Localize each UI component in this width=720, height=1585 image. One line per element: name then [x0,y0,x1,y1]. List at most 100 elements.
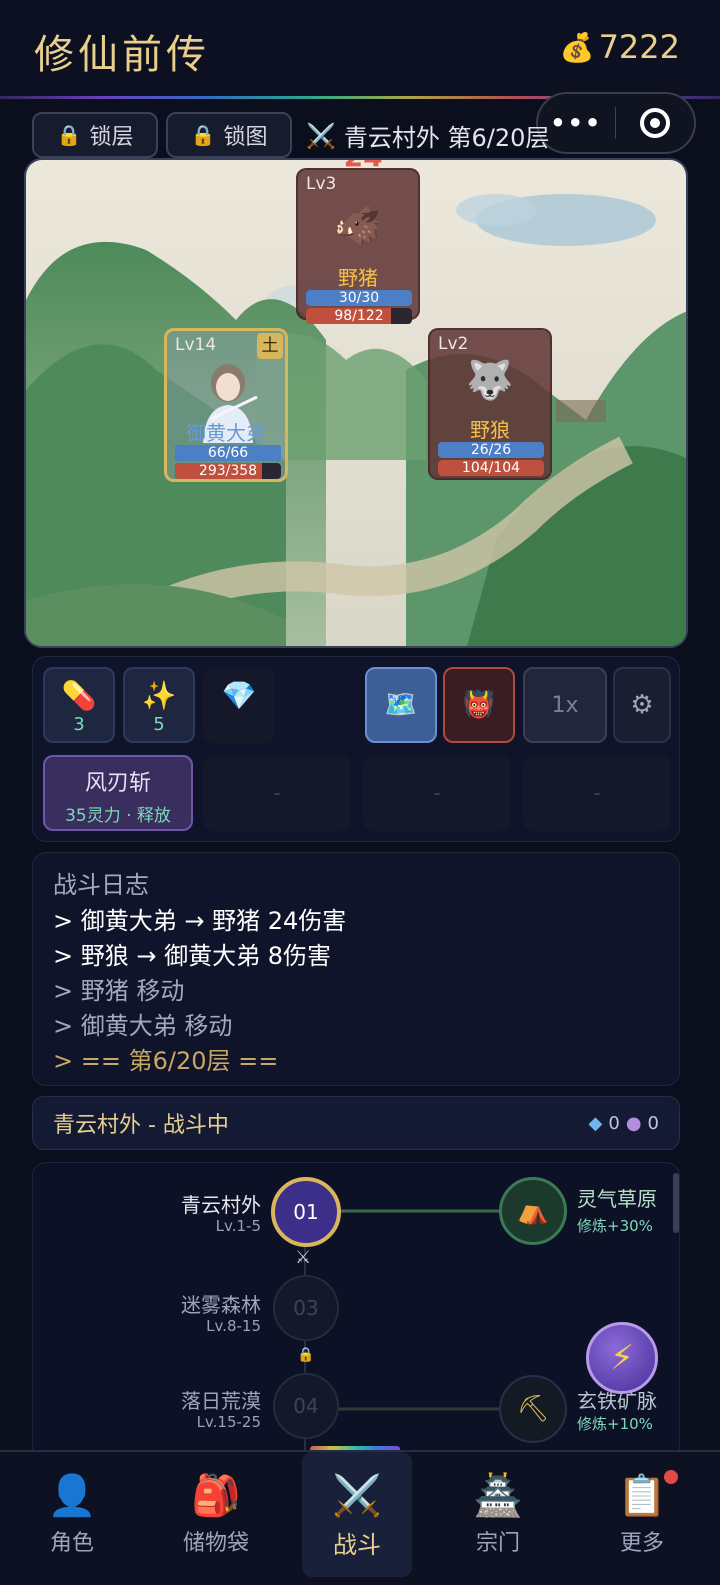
app-title: 修仙前传 [34,32,210,78]
stage-node-name: 迷雾森林 [181,1293,261,1317]
lock-map-button[interactable]: 🔒 锁图 [166,112,292,158]
battle-log: 战斗日志 > 御黄大弟 → 野猪 24伤害 > 野狼 → 御黄大弟 8伤害 > … [32,852,680,1086]
nav-inventory[interactable]: 🎒 储物袋 [144,1452,288,1577]
person-icon: 👤 [47,1473,97,1519]
stage-map-panel[interactable]: 青云村外 Lv.1-5 01 ⚔ 迷雾森林 Lv.8-15 03 🔒 落日荒漠 … [32,1162,680,1462]
stage-node-04[interactable]: 04 [273,1373,339,1439]
map-button[interactable]: 🗺️ [365,667,437,743]
location-status: 青云村外 - 战斗中 [53,1113,229,1138]
nav-more[interactable]: 📋 更多 [570,1452,714,1577]
bottom-navigation: 👤 角色 🎒 储物袋 ⚔️ 战斗 🏯 宗门 📋 更多 [0,1450,720,1585]
orb-icon: ● [625,1112,642,1134]
skill-name: 风刃斩 [84,771,151,796]
enemy-hp-bar: 104/104 [438,460,544,476]
money-bag-icon: 💰 [559,30,595,64]
side-area-name: 灵气草原 [577,1187,657,1211]
tent-icon[interactable]: ⛺ [499,1177,567,1245]
enemy-card-boar[interactable]: Lv3 🐗 野猪 30/30 98/122 [296,168,420,324]
speed-toggle-button[interactable]: 1x [523,667,607,743]
empty-skill-slot[interactable]: - [523,755,671,831]
stage-node-03[interactable]: 03 [273,1275,339,1341]
item-count: 5 [153,714,165,735]
side-area-bonus: 修炼+10% [577,1415,653,1433]
enemy-mp-bar: 30/30 [306,290,412,306]
hero-name: 御黄大弟 [186,421,266,445]
nav-battle[interactable]: ⚔️ 战斗 [302,1452,412,1577]
enemy-name: 野猪 [338,266,378,290]
log-line: > 野狼 → 御黄大弟 8伤害 [53,942,332,970]
crossed-swords-icon: ⚔ [295,1247,312,1268]
lightning-icon: ⚡ [610,1338,634,1378]
clipboard-icon: 📋 [617,1473,667,1519]
action-panel: 💊 3 ✨ 5 💎 🗺️ 👹 1x ⚙ 风刃斩 35灵力 · 释放 - - - [32,656,680,842]
mp-text: 66/66 [207,445,249,461]
log-line: > 御黄大弟 → 野猪 24伤害 [53,907,347,935]
notification-badge [664,1470,678,1484]
mp-text: 26/26 [470,442,512,458]
log-line: > 野猪 移动 [53,977,185,1005]
empty-skill-slot[interactable]: - [363,755,511,831]
stage-node-name: 落日荒漠 [181,1389,261,1413]
hero-card[interactable]: Lv14 土 御黄大弟 66/66 293/358 [164,328,288,482]
target-icon [639,108,670,138]
sparkle-item-button[interactable]: ✨ 5 [123,667,195,743]
lightning-action-button[interactable]: ⚡ [586,1322,658,1394]
lock-icon: 🔒 [56,123,82,147]
item-count: 3 [73,714,85,735]
enemy-mp-bar: 26/26 [438,442,544,458]
battle-log-title: 战斗日志 [53,871,149,899]
lock-icon: 🔒 [190,123,216,147]
orb-count: 0 [647,1112,659,1134]
enemy-level: Lv3 [306,174,337,194]
stage-node-level: Lv.15-25 [196,1413,261,1431]
nav-character[interactable]: 👤 角色 [0,1452,144,1577]
boar-icon: 🐗 [334,204,382,248]
location-status-bar: 青云村外 - 战斗中 ◆ 0 ● 0 [32,1096,680,1150]
hero-hp-bar: 293/358 [175,463,281,479]
gold-counter: 💰 7222 [560,28,680,66]
app-header: 修仙前传 💰 7222 [0,0,720,100]
stage-node-level: Lv.8-15 [206,1317,261,1335]
side-area-bonus: 修炼+30% [577,1217,653,1235]
castle-icon: 🏯 [473,1473,523,1519]
nav-label: 更多 [619,1531,664,1556]
nav-label: 战斗 [333,1531,381,1559]
enemy-hp-bar: 98/122 [306,308,412,324]
resource-counters: ◆ 0 ● 0 [589,1113,659,1134]
skill-wind-blade-button[interactable]: 风刃斩 35灵力 · 释放 [43,755,193,831]
enemy-level: Lv2 [438,334,469,354]
nav-sect[interactable]: 🏯 宗门 [426,1452,570,1577]
backpack-icon: 🎒 [191,1473,241,1519]
stage-node-level: Lv.1-5 [215,1217,261,1235]
map-icon: 🗺️ [384,690,418,720]
stage-indicator: ⚔️ 青云村外 第6/20层 [306,118,549,153]
gear-icon: ⚙ [630,690,654,720]
empty-skill-slot[interactable]: - [203,755,351,831]
settings-button[interactable]: ⚙ [613,667,671,743]
lock-map-label: 锁图 [223,125,268,150]
hp-text: 293/358 [198,463,258,479]
nav-label: 角色 [49,1531,94,1556]
demon-mask-icon: 👹 [462,690,496,720]
lock-floor-button[interactable]: 🔒 锁层 [32,112,158,158]
boss-button[interactable]: 👹 [443,667,515,743]
pickaxe-icon[interactable]: ⛏ [499,1375,567,1443]
enemy-card-wolf[interactable]: Lv2 🐺 野狼 26/26 104/104 [428,328,552,480]
battle-scene: -24 Lv3 🐗 野猪 30/30 98/122 Lv14 土 御黄大弟 66… [24,158,688,648]
pill-icon: 💊 [61,679,97,712]
lock-icon: 🔒 [297,1347,315,1363]
pill-item-button[interactable]: 💊 3 [43,667,115,743]
diamond-item-button[interactable]: 💎 [203,667,275,743]
gem-count: 0 [608,1112,620,1134]
more-menu-button[interactable]: ••• [538,109,615,137]
element-badge: 土 [257,333,283,359]
hero-mp-bar: 66/66 [175,445,281,461]
nav-label: 储物袋 [182,1531,249,1556]
crossed-swords-icon: ⚔️ [306,121,336,150]
close-miniprogram-button[interactable] [616,108,694,138]
diamond-icon: 💎 [221,679,257,712]
wolf-icon: 🐺 [466,358,514,402]
stage-node-01[interactable]: 01 [271,1177,341,1247]
gem-icon: ◆ [588,1112,603,1134]
miniprogram-capsule: ••• [536,92,696,154]
